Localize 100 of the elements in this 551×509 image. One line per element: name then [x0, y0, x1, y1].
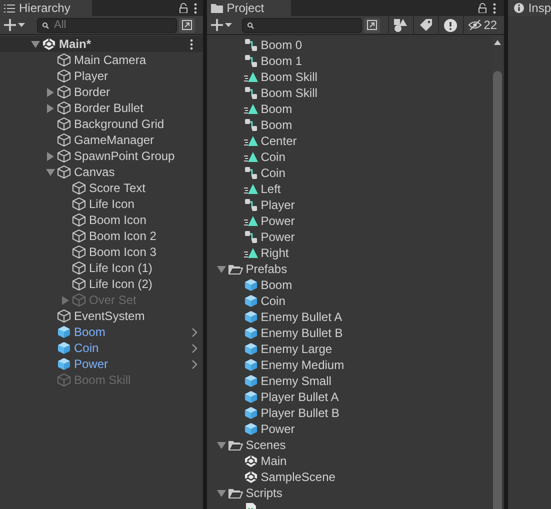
expanded-arrow-icon[interactable]: [30, 40, 40, 48]
kebab-menu-icon[interactable]: [194, 2, 197, 14]
scene-icon: [244, 454, 258, 468]
item-label[interactable]: Life Icon (1): [89, 260, 152, 276]
asset-label[interactable]: Enemy Bullet B: [260, 325, 343, 341]
expanded-arrow-icon[interactable]: [217, 442, 226, 448]
node-graph-icon: [244, 54, 258, 68]
expanded-arrow-icon[interactable]: [217, 490, 226, 496]
asset-label[interactable]: Left: [260, 181, 281, 197]
item-label[interactable]: Life Icon (2): [89, 276, 152, 292]
asset-label[interactable]: Player Bullet B: [260, 405, 340, 421]
window-icon: [182, 20, 192, 30]
panel-title: Insp: [528, 2, 551, 14]
asset-label[interactable]: Right: [260, 245, 289, 261]
motion-triangle-icon: [244, 150, 258, 164]
node-graph-icon: [244, 230, 258, 244]
cube-icon: [72, 261, 86, 275]
kebab-menu-icon[interactable]: [190, 38, 193, 50]
cube-icon: [244, 342, 258, 356]
asset-label[interactable]: Boom: [260, 117, 292, 133]
folder-label[interactable]: Prefabs: [246, 261, 288, 277]
cube-icon: [57, 149, 71, 163]
node-graph-icon: [244, 198, 258, 212]
item-label[interactable]: EventSystem: [74, 308, 145, 324]
asset-label[interactable]: Coin: [260, 149, 286, 165]
item-label[interactable]: Canvas: [74, 164, 115, 180]
asset-label[interactable]: Player Bullet A: [260, 389, 339, 405]
scene-name[interactable]: Main*: [59, 36, 92, 52]
inspector-tab[interactable]: Insp: [508, 0, 551, 16]
motion-triangle-icon: [244, 70, 258, 84]
item-label[interactable]: Background Grid: [74, 116, 164, 132]
item-label[interactable]: GameManager: [74, 132, 154, 148]
node-graph-icon: [244, 166, 258, 180]
cube-icon: [244, 390, 258, 404]
asset-label[interactable]: Center: [260, 133, 297, 149]
cube-icon: [244, 374, 258, 388]
asset-label[interactable]: Boom 0: [260, 37, 302, 53]
cube-icon: [244, 310, 258, 324]
asset-label[interactable]: Power: [260, 229, 295, 245]
create-button[interactable]: [208, 17, 234, 33]
asset-label[interactable]: Boom 1: [260, 53, 302, 69]
asset-label[interactable]: Enemy Small: [260, 373, 332, 389]
asset-label[interactable]: Boom Skill: [260, 85, 318, 101]
item-label[interactable]: Player: [74, 68, 108, 84]
scrollbar-thumb[interactable]: [492, 71, 502, 509]
item-label[interactable]: Life Icon: [89, 196, 134, 212]
motion-triangle-icon: [244, 214, 258, 228]
asset-label[interactable]: Boom: [260, 101, 292, 117]
item-label[interactable]: Boom Icon 3: [89, 244, 156, 260]
expanded-arrow-icon[interactable]: [217, 266, 226, 272]
search-mode-button[interactable]: [364, 18, 380, 32]
plus-icon: [210, 19, 223, 31]
asset-label[interactable]: Player: [260, 197, 295, 213]
folder-label[interactable]: Scripts: [246, 485, 282, 501]
asset-label[interactable]: Enemy Large: [260, 341, 332, 357]
create-button[interactable]: [2, 17, 27, 33]
cube-icon: [57, 69, 71, 83]
lock-icon[interactable]: [178, 3, 188, 13]
kebab-menu-icon[interactable]: [493, 2, 496, 14]
cube-icon: [72, 181, 86, 195]
caret-icon: [224, 23, 232, 27]
item-label[interactable]: SpawnPoint Group: [74, 148, 175, 164]
item-label[interactable]: Boom Icon 2: [89, 228, 156, 244]
folder-label[interactable]: Scenes: [246, 437, 286, 453]
cube-icon: [57, 357, 71, 371]
asset-label[interactable]: Enemy Medium: [260, 357, 344, 373]
asset-label[interactable]: Power: [260, 213, 295, 229]
item-label[interactable]: Main Camera: [74, 52, 146, 68]
asset-label[interactable]: Enemy Bullet A: [260, 309, 342, 325]
lock-icon[interactable]: [478, 3, 488, 13]
item-label[interactable]: Boom: [74, 324, 106, 340]
asset-label[interactable]: Power: [260, 421, 295, 437]
project-tab[interactable]: Project: [206, 0, 291, 16]
asset-label[interactable]: SampleScene: [260, 469, 336, 485]
search-mode-button[interactable]: [179, 18, 195, 32]
search-icon: [42, 22, 51, 28]
expanded-arrow-icon[interactable]: [46, 168, 54, 176]
cube-icon: [57, 341, 71, 355]
motion-triangle-icon: [244, 182, 258, 196]
scroll-up-icon[interactable]: [494, 40, 501, 45]
asset-label[interactable]: Boom: [260, 277, 292, 293]
collapsed-arrow-icon[interactable]: [46, 88, 54, 96]
item-label[interactable]: Boom Icon: [89, 212, 146, 228]
caret-icon: [18, 23, 25, 27]
asset-label[interactable]: Coin: [260, 165, 286, 181]
item-label[interactable]: Power: [74, 356, 108, 372]
folder-icon: [228, 439, 244, 451]
hidden-count-button[interactable]: 22: [462, 16, 502, 34]
asset-label[interactable]: Main: [260, 453, 287, 469]
hierarchy-tab[interactable]: Hierarchy: [0, 0, 92, 16]
item-label[interactable]: Coin: [74, 340, 99, 356]
asset-label[interactable]: Coin: [260, 293, 286, 309]
item-label[interactable]: Score Text: [89, 180, 146, 196]
cube-icon: [72, 293, 86, 307]
asset-label[interactable]: Boom Skill: [260, 69, 318, 85]
item-label[interactable]: Border: [74, 84, 110, 100]
collapsed-arrow-icon[interactable]: [46, 152, 54, 160]
search-field[interactable]: [242, 18, 362, 32]
collapsed-arrow-icon[interactable]: [46, 104, 54, 112]
item-label[interactable]: Border Bullet: [74, 100, 144, 116]
